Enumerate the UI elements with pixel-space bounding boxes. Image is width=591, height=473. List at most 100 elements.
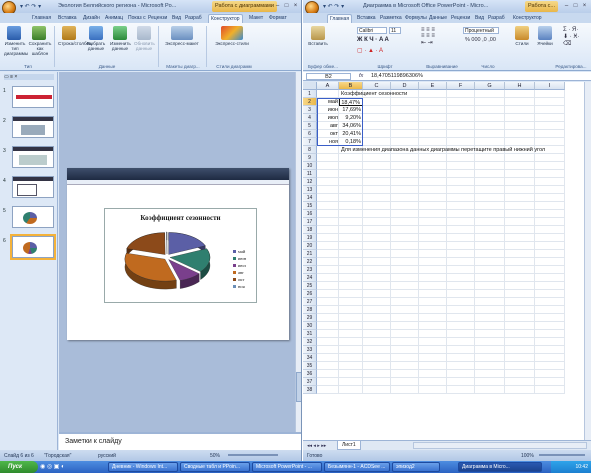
grid-cell[interactable]: [391, 234, 419, 242]
month-label-cell[interactable]: май: [317, 98, 339, 106]
current-slide[interactable]: Коэффициент сезонности май июн июл авг окт но…: [67, 168, 289, 340]
grid-cell[interactable]: [317, 90, 339, 98]
grid-cell[interactable]: [317, 250, 339, 258]
grid-cell[interactable]: [363, 242, 391, 250]
grid-cell[interactable]: [475, 234, 505, 242]
grid-cell[interactable]: [363, 362, 391, 370]
grid-cell[interactable]: [475, 98, 505, 106]
grid-cell[interactable]: [363, 322, 391, 330]
tab-formulas[interactable]: Формулы: [403, 14, 429, 23]
grid-cell[interactable]: [475, 186, 505, 194]
grid-cell[interactable]: [317, 178, 339, 186]
row-header[interactable]: 12: [303, 178, 317, 186]
grid-cell[interactable]: [419, 202, 447, 210]
number-format-buttons[interactable]: % 000 ,0 ,00: [465, 37, 496, 43]
grid-cell[interactable]: [535, 362, 565, 370]
row-header[interactable]: 26: [303, 290, 317, 298]
grid-cell[interactable]: [475, 90, 505, 98]
grid-cell[interactable]: [505, 314, 535, 322]
grid-cell[interactable]: [535, 314, 565, 322]
grid-cell[interactable]: [317, 162, 339, 170]
legend-entry[interactable]: май: [233, 249, 245, 254]
grid-cell[interactable]: [475, 346, 505, 354]
row-header[interactable]: 23: [303, 266, 317, 274]
grid-cell[interactable]: [475, 258, 505, 266]
grid-cell[interactable]: [363, 338, 391, 346]
edit-data-button[interactable]: Изменить данные: [110, 26, 131, 51]
grid-cell[interactable]: [535, 386, 565, 394]
grid-cell[interactable]: [317, 322, 339, 330]
row-header[interactable]: 4: [303, 114, 317, 122]
grid-cell[interactable]: [447, 162, 475, 170]
column-header[interactable]: E: [419, 82, 447, 90]
grid-cell[interactable]: [505, 122, 535, 130]
column-header[interactable]: H: [505, 82, 535, 90]
legend-entry[interactable]: июн: [233, 256, 246, 261]
slide-thumbnail[interactable]: [12, 116, 54, 138]
grid-cell[interactable]: [391, 162, 419, 170]
tab-view[interactable]: Вид: [473, 14, 486, 23]
grid-cell[interactable]: [505, 90, 535, 98]
sheet-nav-arrows[interactable]: ◂◂ ◂ ▸ ▸▸: [307, 443, 326, 449]
grid-cell[interactable]: [317, 226, 339, 234]
grid-cell[interactable]: [447, 378, 475, 386]
grid-cell[interactable]: [475, 170, 505, 178]
formula-input[interactable]: 18,4705119896306%: [371, 73, 423, 79]
quick-launch-icons[interactable]: ◉ ◎ ▣ ◐: [40, 463, 65, 470]
month-label-cell[interactable]: авг: [317, 122, 339, 130]
grid-cell[interactable]: [475, 114, 505, 122]
grid-cell[interactable]: [535, 210, 565, 218]
grid-cell[interactable]: [391, 266, 419, 274]
grid-cell[interactable]: [317, 234, 339, 242]
grid-cell[interactable]: [363, 234, 391, 242]
grid-cell[interactable]: [339, 234, 363, 242]
grid-cell[interactable]: [475, 194, 505, 202]
grid-cell[interactable]: [447, 266, 475, 274]
grid-cell[interactable]: [505, 162, 535, 170]
grid-cell[interactable]: [535, 186, 565, 194]
grid-cell[interactable]: [419, 266, 447, 274]
grid-cell[interactable]: [391, 106, 419, 114]
legend-entry[interactable]: авг: [233, 270, 244, 275]
paste-button[interactable]: Вставить: [307, 26, 329, 46]
taskbar-item[interactable]: Сводные табл и PPoin...: [180, 462, 250, 472]
cells-button[interactable]: Ячейки: [535, 26, 555, 46]
minimize-icon[interactable]: –: [273, 2, 282, 10]
grid-cell[interactable]: [447, 242, 475, 250]
grid-cell[interactable]: [391, 122, 419, 130]
grid-cell[interactable]: [475, 130, 505, 138]
slide-thumbnail-selected[interactable]: [10, 234, 56, 260]
grid-cell[interactable]: [475, 290, 505, 298]
grid-cell[interactable]: [391, 298, 419, 306]
row-header[interactable]: 3: [303, 106, 317, 114]
grid-cell[interactable]: [505, 362, 535, 370]
tab-data[interactable]: Данные: [427, 14, 449, 23]
grid-cell[interactable]: [339, 290, 363, 298]
row-header[interactable]: 24: [303, 274, 317, 282]
grid-cell[interactable]: [475, 386, 505, 394]
grid-cell[interactable]: [339, 370, 363, 378]
grid-cell[interactable]: [475, 202, 505, 210]
grid-cell[interactable]: [363, 274, 391, 282]
grid-cell[interactable]: [447, 250, 475, 258]
tab-review[interactable]: Рецензи: [449, 14, 472, 23]
grid-cell[interactable]: [535, 114, 565, 122]
pie-slice-окт[interactable]: [126, 232, 166, 255]
legend-entry[interactable]: июл: [233, 263, 246, 268]
grid-cell[interactable]: [391, 330, 419, 338]
grid-cell[interactable]: [447, 346, 475, 354]
grid-cell[interactable]: [363, 250, 391, 258]
grid-cell[interactable]: [339, 178, 363, 186]
number-format-select[interactable]: Процентный: [463, 27, 499, 34]
grid-cell[interactable]: [339, 314, 363, 322]
grid-cell[interactable]: [317, 274, 339, 282]
row-header[interactable]: 2: [303, 98, 317, 106]
grid-cell[interactable]: [363, 154, 391, 162]
month-label-cell[interactable]: июн: [317, 106, 339, 114]
grid-cell[interactable]: [363, 330, 391, 338]
row-header[interactable]: 14: [303, 194, 317, 202]
grid-cell[interactable]: [391, 282, 419, 290]
grid-cell[interactable]: [447, 362, 475, 370]
month-label-cell[interactable]: окт: [317, 130, 339, 138]
tab-insert[interactable]: Вставка: [56, 14, 79, 23]
